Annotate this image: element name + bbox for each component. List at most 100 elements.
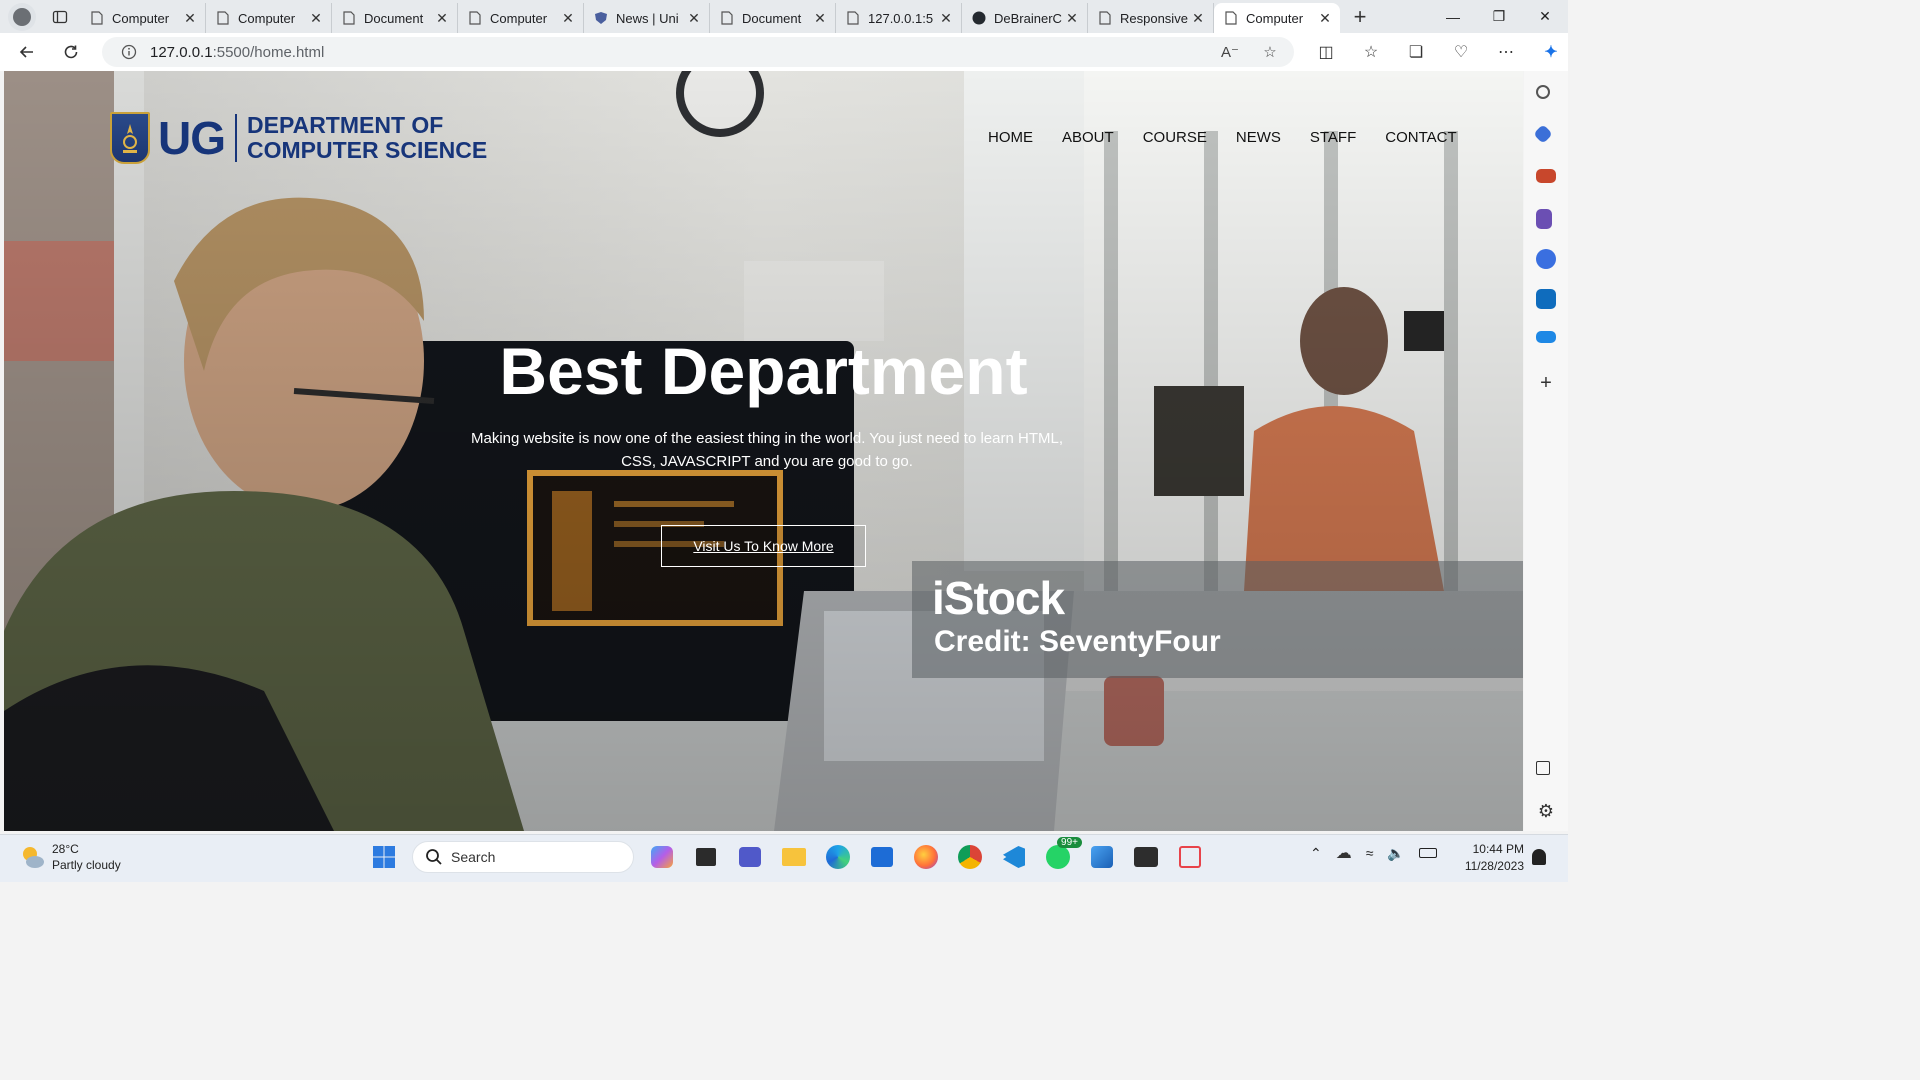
edge-browser-icon[interactable] xyxy=(822,841,854,873)
tab-close-icon[interactable]: ✕ xyxy=(687,10,701,26)
wifi-icon[interactable]: ≈ xyxy=(1366,845,1374,861)
volume-icon[interactable]: 🔈 xyxy=(1387,845,1404,862)
search-icon[interactable] xyxy=(1536,85,1550,99)
back-button[interactable] xyxy=(10,37,44,67)
profile-avatar-icon xyxy=(13,7,31,26)
browser-tab[interactable]: Responsive ✕ xyxy=(1088,3,1214,33)
taskbar-search-box[interactable]: Search xyxy=(412,841,634,873)
visit-us-button[interactable]: Visit Us To Know More xyxy=(661,525,866,567)
browser-tab[interactable]: Document ✕ xyxy=(332,3,458,33)
microsoft-store-icon[interactable] xyxy=(866,841,898,873)
browser-tab[interactable]: Computer ✕ xyxy=(458,3,584,33)
outlook-icon[interactable] xyxy=(1536,289,1556,309)
nav-about[interactable]: ABOUT xyxy=(1062,129,1114,146)
browser-tab[interactable]: Computer ✕ xyxy=(1214,3,1340,33)
tab-close-icon[interactable]: ✕ xyxy=(1191,10,1205,26)
split-screen-icon[interactable]: ◫ xyxy=(1310,37,1342,67)
weather-widget[interactable]: 28°C Partly cloudy xyxy=(18,841,121,873)
copilot-pre-icon[interactable] xyxy=(646,841,678,873)
tab-close-icon[interactable]: ✕ xyxy=(435,10,449,26)
browser-tab[interactable]: Computer ✕ xyxy=(206,3,332,33)
site-info-icon[interactable] xyxy=(114,44,144,60)
page-viewport: UG DEPARTMENT OF COMPUTER SCIENCE HOME A… xyxy=(4,71,1523,831)
partly-cloudy-icon xyxy=(18,843,46,871)
profile-button[interactable] xyxy=(8,2,36,31)
whatsapp-icon[interactable]: 99+ xyxy=(1042,837,1082,873)
search-icon xyxy=(426,849,442,865)
minimize-icon: — xyxy=(1446,8,1460,25)
taskbar-clock[interactable]: 10:44 PM 11/28/2023 xyxy=(1456,841,1524,875)
refresh-button[interactable] xyxy=(54,37,88,67)
tab-actions-icon xyxy=(52,10,68,23)
whatsapp-unread-badge: 99+ xyxy=(1057,837,1082,848)
battery-icon[interactable] xyxy=(1418,848,1437,858)
terminal-icon[interactable] xyxy=(1130,841,1162,873)
task-view-icon[interactable] xyxy=(690,841,722,873)
restore-button[interactable]: ❐ xyxy=(1476,0,1522,33)
taskbar-search-label: Search xyxy=(451,849,496,865)
favorites-icon[interactable]: ☆ xyxy=(1355,37,1387,67)
settings-more-icon[interactable]: ⋯ xyxy=(1490,37,1522,67)
snipping-tool-icon[interactable] xyxy=(1174,841,1206,873)
firefox-icon[interactable] xyxy=(910,841,942,873)
vscode-icon[interactable] xyxy=(998,841,1030,873)
onedrive-icon[interactable]: ☁ xyxy=(1336,843,1352,863)
tab-close-icon[interactable]: ✕ xyxy=(309,10,323,26)
close-window-button[interactable]: ✕ xyxy=(1522,0,1568,33)
tab-strip: Computer ✕ Computer ✕ Document ✕ Computer ✕ News… xyxy=(0,0,1568,33)
tab-close-icon[interactable]: ✕ xyxy=(1318,10,1332,26)
add-sidebar-app-icon[interactable]: + xyxy=(1536,373,1556,393)
tab-close-icon[interactable]: ✕ xyxy=(561,10,575,26)
url-text[interactable]: 127.0.0.1:5500/home.html xyxy=(150,44,324,61)
microsoft-365-icon[interactable] xyxy=(1536,249,1556,269)
logo-divider xyxy=(235,114,237,162)
browser-tab[interactable]: News | Uni ✕ xyxy=(584,3,710,33)
browser-tab[interactable]: 127.0.0.1:5 ✕ xyxy=(836,3,962,33)
browser-tab[interactable]: DeBrainerC ✕ xyxy=(962,3,1088,33)
browser-tab[interactable]: Document ✕ xyxy=(710,3,836,33)
browser-tab-title: Computer xyxy=(1246,10,1304,26)
copilot-icon[interactable]: ✦ xyxy=(1535,37,1567,67)
istock-watermark: iStock Credit: SeventyFour xyxy=(912,561,1523,678)
nav-course[interactable]: COURSE xyxy=(1143,129,1207,146)
notifications-bell-icon[interactable] xyxy=(1532,849,1546,865)
nav-home[interactable]: HOME xyxy=(988,129,1033,146)
favorite-star-icon[interactable]: ☆ xyxy=(1260,42,1280,62)
windows-logo-icon xyxy=(373,846,395,868)
chrome-icon[interactable] xyxy=(954,841,986,873)
hide-sidebar-icon[interactable] xyxy=(1536,761,1550,775)
tab-close-icon[interactable]: ✕ xyxy=(183,10,197,26)
page-icon xyxy=(1224,11,1238,25)
nav-staff[interactable]: STAFF xyxy=(1310,129,1356,146)
photos-icon[interactable] xyxy=(1086,841,1118,873)
nav-news[interactable]: NEWS xyxy=(1236,129,1281,146)
address-bar[interactable]: 127.0.0.1:5500/home.html A⁻ ☆ xyxy=(102,37,1294,67)
send-icon[interactable] xyxy=(1536,331,1556,343)
new-tab-button[interactable]: + xyxy=(1344,2,1376,32)
tab-close-icon[interactable]: ✕ xyxy=(939,10,953,26)
shopping-tag-icon[interactable] xyxy=(1533,124,1553,144)
browser-tab-title: Computer xyxy=(238,10,296,26)
tab-close-icon[interactable]: ✕ xyxy=(1065,10,1079,26)
games-icon[interactable] xyxy=(1536,209,1552,229)
page-icon xyxy=(216,11,230,25)
tools-briefcase-icon[interactable] xyxy=(1536,169,1556,183)
sidebar-settings-icon[interactable]: ⚙ xyxy=(1536,801,1556,821)
read-aloud-icon[interactable]: A⁻ xyxy=(1220,42,1240,62)
tab-close-icon[interactable]: ✕ xyxy=(813,10,827,26)
browser-essentials-icon[interactable]: ♡ xyxy=(1445,37,1477,67)
minimize-button[interactable]: — xyxy=(1430,0,1476,33)
browser-tab[interactable]: Computer ✕ xyxy=(80,3,206,33)
hero-subtext: Making website is now one of the easiest… xyxy=(470,430,1063,470)
nav-contact[interactable]: CONTACT xyxy=(1385,129,1456,146)
logo-dept-line2: COMPUTER SCIENCE xyxy=(247,137,488,163)
plus-icon: + xyxy=(1353,3,1367,29)
file-explorer-icon[interactable] xyxy=(778,841,810,873)
start-button[interactable] xyxy=(368,841,400,873)
clock-date: 11/28/2023 xyxy=(1464,859,1524,873)
teams-icon[interactable] xyxy=(734,841,766,873)
collections-icon[interactable]: ❏ xyxy=(1400,37,1432,67)
tab-actions-button[interactable] xyxy=(46,6,74,28)
department-logo[interactable]: UG DEPARTMENT OF COMPUTER SCIENCE xyxy=(110,111,487,165)
show-hidden-icons-chevron-icon[interactable]: ⌃ xyxy=(1310,845,1322,862)
